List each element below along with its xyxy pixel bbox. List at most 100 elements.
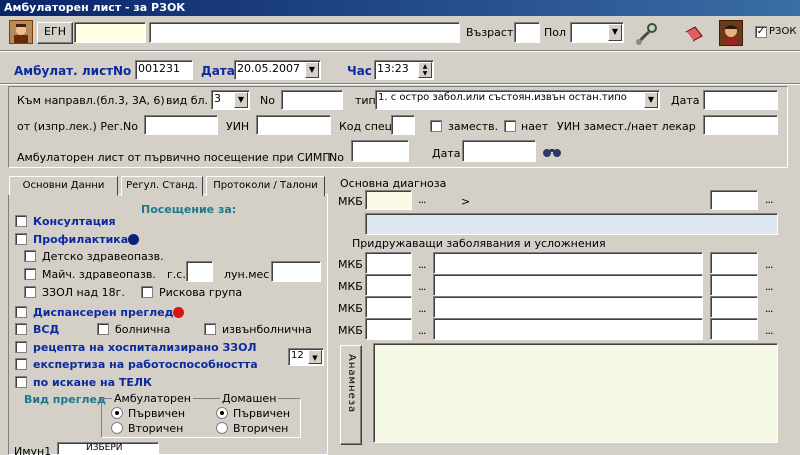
referral-date-label: Дата	[671, 94, 700, 107]
chevron-down-icon[interactable]: ▼	[234, 92, 248, 108]
related-mkb-input[interactable]	[365, 296, 412, 318]
patient-name-input[interactable]	[149, 22, 460, 43]
zzol-checkbox[interactable]	[24, 286, 36, 298]
sender-uin-label: УИН	[226, 120, 250, 133]
ambulatory-primary-radio[interactable]	[111, 407, 123, 419]
telk-label: по искане на ТЕЛК	[33, 376, 152, 389]
main-mkb-arrow: >	[461, 195, 471, 208]
related-secondary-lookup-button[interactable]: ...	[765, 280, 773, 293]
window-title: Амбулаторен лист - за РЗОК	[4, 1, 186, 14]
consultation-checkbox[interactable]	[15, 215, 27, 227]
related-lookup-button[interactable]: ...	[418, 302, 426, 315]
tab-main-data[interactable]: Основни Данни	[9, 176, 118, 196]
rzok-label: РЗОК	[769, 26, 797, 37]
home-label: Домашен	[220, 392, 279, 405]
age-input[interactable]	[514, 22, 540, 43]
expertise-checkbox[interactable]	[15, 358, 27, 370]
anamnesis-button[interactable]: Анамнеза	[340, 345, 362, 445]
related-secondary-lookup-button[interactable]: ...	[765, 258, 773, 271]
simp-label: Амбулаторен лист от първично посещение п…	[17, 151, 331, 164]
related-text-input[interactable]	[433, 296, 703, 318]
tab-regul-stand[interactable]: Регул. Станд.	[121, 176, 203, 196]
sender-reg-input[interactable]	[144, 115, 218, 135]
chevron-down-icon[interactable]: ▼	[308, 350, 322, 364]
related-secondary-input[interactable]	[710, 252, 758, 274]
home-primary-radio[interactable]	[216, 407, 228, 419]
referral-type-select[interactable]: 1. с остро забол.или състоян.извън остан…	[375, 90, 660, 110]
related-secondary-input[interactable]	[710, 296, 758, 318]
vsd-checkbox[interactable]	[15, 323, 27, 335]
tab-protocols-label: Протоколи / Талони	[213, 180, 318, 191]
main-mkb-secondary-lookup-button[interactable]: ...	[765, 193, 773, 206]
sub-uin-label: УИН замест./нает лекар	[557, 120, 696, 133]
hired-checkbox[interactable]	[504, 120, 516, 132]
gs-input[interactable]	[186, 261, 213, 282]
prophylaxis-checkbox[interactable]	[15, 233, 27, 245]
telk-checkbox[interactable]	[15, 376, 27, 388]
stethoscope-icon[interactable]	[634, 22, 660, 46]
time-spinner[interactable]: ▲ ▼	[418, 62, 432, 78]
separator	[0, 83, 800, 85]
related-secondary-input[interactable]	[710, 318, 758, 340]
child-health-checkbox[interactable]	[24, 250, 36, 262]
immun-select[interactable]: ИЗБЕРИ	[57, 442, 159, 455]
tab-protocols[interactable]: Протоколи / Талони	[206, 176, 325, 196]
related-text-input[interactable]	[433, 318, 703, 340]
substitute-label: заместв.	[448, 120, 499, 133]
related-mkb-input[interactable]	[365, 318, 412, 340]
prophylaxis-label: Профилактика	[33, 233, 129, 246]
prescription-checkbox[interactable]	[15, 341, 27, 353]
patient-avatar-icon[interactable]	[9, 20, 33, 44]
substitute-checkbox[interactable]	[430, 120, 442, 132]
sheet-number-input[interactable]: 001231	[135, 60, 193, 80]
related-lookup-button[interactable]: ...	[418, 280, 426, 293]
spec-code-input[interactable]	[391, 115, 415, 135]
home-secondary-radio[interactable]	[216, 422, 228, 434]
related-lookup-button[interactable]: ...	[418, 324, 426, 337]
spec-code-label: Код спец	[339, 120, 393, 133]
chevron-down-icon[interactable]: ▼	[644, 92, 658, 108]
related-secondary-input[interactable]	[710, 274, 758, 296]
anamnesis-textarea[interactable]	[373, 343, 778, 443]
simp-date-input[interactable]	[462, 140, 536, 162]
home-secondary-label: Вторичен	[233, 422, 289, 435]
related-lookup-button[interactable]: ...	[418, 258, 426, 271]
main-mkb-secondary-input[interactable]	[710, 190, 758, 210]
doctor-avatar-icon[interactable]	[719, 20, 743, 46]
egn-input[interactable]	[74, 22, 146, 43]
related-text-input[interactable]	[433, 274, 703, 296]
egn-button[interactable]: ЕГН	[37, 22, 73, 44]
related-mkb-input[interactable]	[365, 274, 412, 296]
immun-label: Имун1	[14, 445, 52, 455]
related-text-input[interactable]	[433, 252, 703, 274]
lun-label: лун.мес	[224, 268, 270, 281]
referral-no-input[interactable]	[281, 90, 343, 110]
maternal-health-checkbox[interactable]	[24, 268, 36, 280]
tab-regul-stand-label: Регул. Станд.	[126, 180, 198, 191]
main-diagnosis-text[interactable]	[365, 213, 778, 235]
risk-group-checkbox[interactable]	[141, 286, 153, 298]
related-secondary-lookup-button[interactable]: ...	[765, 324, 773, 337]
related-mkb-input[interactable]	[365, 252, 412, 274]
referral-date-input[interactable]	[703, 90, 778, 110]
gs-label: г.с.	[167, 268, 186, 281]
dispensary-checkbox[interactable]	[15, 306, 27, 318]
home-primary-label: Първичен	[233, 407, 291, 420]
lun-input[interactable]	[271, 261, 321, 282]
sub-uin-input[interactable]	[703, 115, 778, 135]
in-hospital-checkbox[interactable]	[97, 323, 109, 335]
binoculars-icon[interactable]	[542, 144, 562, 158]
ambulatory-secondary-radio[interactable]	[111, 422, 123, 434]
out-hospital-checkbox[interactable]	[204, 323, 216, 335]
sender-uin-input[interactable]	[256, 115, 331, 135]
related-mkb-label: МКБ	[338, 258, 363, 271]
eraser-icon[interactable]	[683, 24, 705, 44]
rzok-checkbox[interactable]: ✓	[755, 26, 767, 38]
related-secondary-lookup-button[interactable]: ...	[765, 302, 773, 315]
simp-no-input[interactable]	[351, 140, 409, 162]
chevron-down-icon[interactable]: ▼	[305, 62, 319, 78]
main-mkb-input[interactable]	[365, 190, 412, 210]
main-mkb-lookup-button[interactable]: ...	[418, 193, 426, 206]
chevron-down-icon[interactable]: ▼	[608, 24, 622, 41]
related-mkb-label: МКБ	[338, 280, 363, 293]
